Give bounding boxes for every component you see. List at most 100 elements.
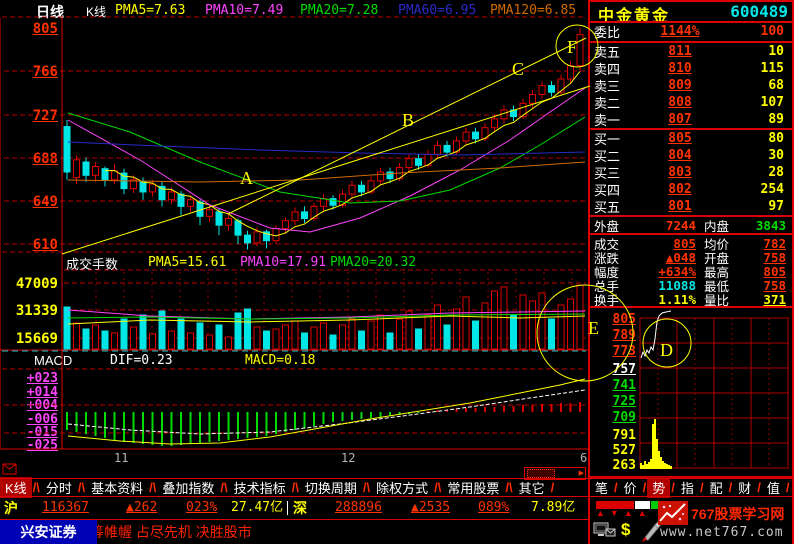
vma10-legend: PMA10=17.91 [240,255,326,270]
tab-separator: /\ [292,480,299,495]
sell4-price[interactable]: 810 [644,61,716,76]
tab-dan[interactable]: 单 [790,477,794,498]
sell5-price[interactable]: 811 [644,44,716,59]
tab-fenshi[interactable]: 分时 [41,477,77,498]
tab-separator: /\ [78,480,85,495]
buy5-qty: 97 [716,199,792,214]
annotation-letter-C: C [512,59,524,79]
weibi-diff: 100 [716,24,792,39]
tab-zhi2[interactable]: 值 [762,477,785,498]
sell-row-2: 卖二808107 [590,94,792,111]
price-tick: 649 [6,194,58,210]
chart-tabbar: K线/\ 分时/\ 基本资料/\ 叠加指数/\ 技术指标/\ 切换周期/\ 除权… [0,478,588,497]
x-axis-month: 12 [341,451,355,465]
macd-tick: -025 [6,438,58,453]
buy5-label: 买五 [590,197,644,216]
tab-bi[interactable]: 笔 [590,477,613,498]
buy4-qty: 254 [716,182,792,197]
weibi-label: 委比 [590,22,644,41]
panel-divider [588,306,794,308]
tab-indicators[interactable]: 技术指标 [229,477,291,498]
sell-row-1: 卖一80789 [590,111,792,128]
sell-row-5: 卖五81110 [590,43,792,60]
trend-arrows: ▲▼▲▲ [596,508,652,518]
site-url[interactable]: www.net767.com [660,525,784,540]
mini-tick-prevclose: 757 [592,363,636,377]
x-axis-month: 6 [580,451,587,465]
vma20-legend: PMA20=20.32 [330,255,416,270]
buy2-qty: 30 [716,148,792,163]
tab-switch-period[interactable]: 切换周期 [300,477,362,498]
buy3-price[interactable]: 803 [644,165,716,180]
dif-legend: DIF=0.23 [110,353,173,368]
stats-row: 换手1.11%量比371 [590,292,792,306]
divider [0,496,794,497]
tab-exright[interactable]: 除权方式 [371,477,433,498]
inner-value: 3843 [748,218,792,233]
tab-shi[interactable]: 势 [647,477,670,498]
macd-tick: +023 [6,371,58,386]
mini-tick: 773 [592,345,636,359]
stock-code: 600489 [700,2,788,21]
tab-zhi[interactable]: 指 [676,477,699,498]
mini-tick: 725 [592,395,636,409]
tab-separator: / [729,480,733,495]
tab-basic-info[interactable]: 基本资料 [86,477,148,498]
sh-market-label: 沪 [4,498,18,518]
sz-index: 288896 [335,498,382,518]
tab-separator: /\ [505,480,512,495]
tab-common-stocks[interactable]: 常用股票 [442,477,504,498]
buy-row-1: 买一80580 [590,130,792,147]
period-label[interactable]: 日线 [36,2,64,22]
annotation-letter-B: B [402,110,414,130]
buy5-price[interactable]: 801 [644,199,716,214]
tab-separator: / [671,480,675,495]
volume-pane-title: 成交手数 [66,254,118,273]
computer-icon[interactable] [591,519,617,544]
tab-separator: /\ [220,480,227,495]
sh-percent: 023% [186,498,217,518]
open-price: 758 [748,250,792,265]
price-tick: 727 [6,108,58,124]
price-tick: 805 [6,21,58,37]
x-axis-month: 11 [114,451,128,465]
avg-price: 782 [748,236,792,251]
buy1-price[interactable]: 805 [644,131,716,146]
dollar-icon[interactable]: $ [621,520,630,540]
tab-kline[interactable]: K线 [0,477,32,498]
tab-cai[interactable]: 财 [733,477,756,498]
ma10-legend: PMA10=7.49 [205,3,283,18]
tab-other[interactable]: 其它 [514,477,550,498]
mini-vol-tick: 791 [592,429,636,443]
site-name[interactable]: 767股票学习网 [691,504,784,524]
price-tick: 610 [6,237,58,253]
sz-market-label: 深 [293,498,307,518]
status-divider [287,501,288,515]
tab-pei[interactable]: 配 [705,477,728,498]
scrollbar-arrow-icon[interactable]: ▶ [579,470,585,477]
sell4-qty: 115 [716,61,792,76]
tab-separator: / [614,480,618,495]
tab-separator: / [757,480,761,495]
broker-badge[interactable]: 兴安证券 [0,520,97,544]
tab-overlay-index[interactable]: 叠加指数 [157,477,219,498]
sell3-qty: 68 [716,78,792,93]
buy2-price[interactable]: 804 [644,148,716,163]
tab-separator: /\ [33,480,40,495]
tab-separator: /\ [434,480,441,495]
sell1-price[interactable]: 807 [644,112,716,127]
tab-jia[interactable]: 价 [619,477,642,498]
mini-tick: 805 [592,313,636,327]
buy-row-4: 买四802254 [590,181,792,198]
marquee-text: 筹帷幄 占尽先机 决胜股市 [97,520,587,544]
sell2-price[interactable]: 808 [644,95,716,110]
price-tick: 766 [6,64,58,80]
sell3-price[interactable]: 809 [644,78,716,93]
divider [0,519,588,520]
macd-legend: MACD=0.18 [245,353,315,368]
sell-row-4: 卖四810115 [590,60,792,77]
sh-change: ▲262 [126,498,157,518]
macd-tick: +004 [6,398,58,413]
buy4-price[interactable]: 802 [644,182,716,197]
chart-type-label[interactable]: K线 [86,3,106,20]
